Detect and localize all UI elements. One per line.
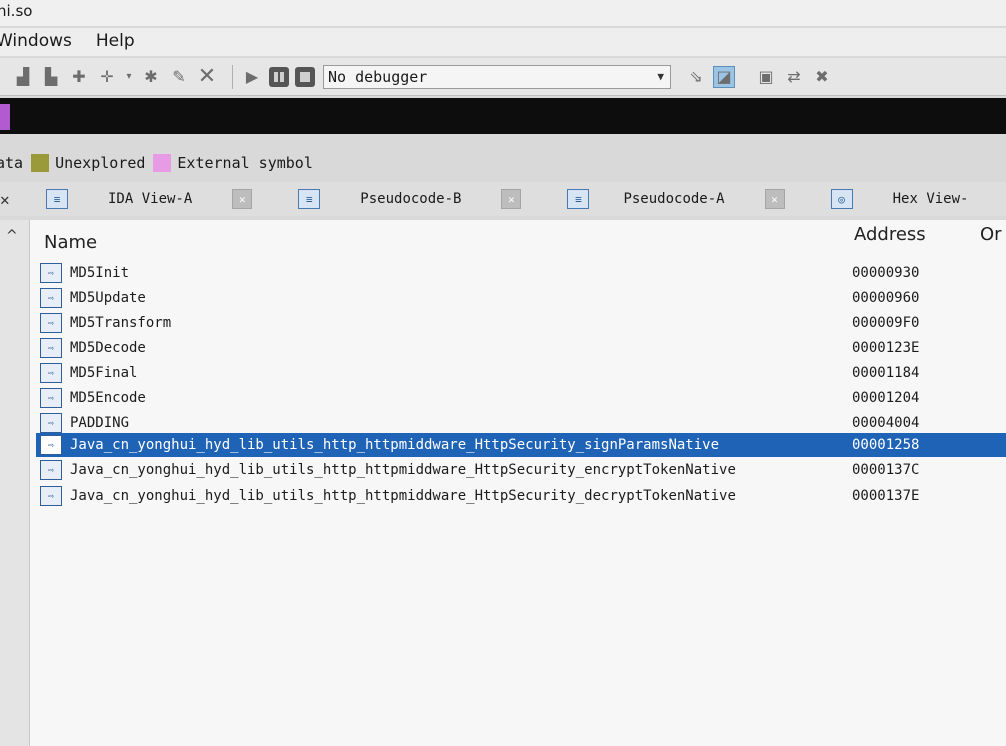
table-row[interactable]: ⇨ MD5Decode 0000123E [36, 336, 1006, 360]
disassembly-icon: ≡ [46, 189, 68, 209]
window-title: ni.so [0, 2, 33, 20]
function-address: 00004004 [852, 415, 920, 431]
trace-icon[interactable]: ⇘ [685, 66, 707, 88]
legend-label-external: External symbol [177, 154, 313, 172]
table-row[interactable]: ⇨ MD5Final 00001184 [36, 361, 1006, 385]
function-icon: ⇨ [40, 313, 62, 333]
add-struct-icon[interactable]: ▙ [40, 66, 62, 88]
function-icon: ⇨ [40, 486, 62, 506]
function-icon: ⇨ [40, 338, 62, 358]
table-row[interactable]: ⇨ Java_cn_yonghui_hyd_lib_utils_http_htt… [36, 458, 1006, 482]
close-tab-button[interactable]: ✕ [501, 189, 522, 209]
nav-marker [0, 104, 10, 130]
debugger-select[interactable]: No debugger ▼ [323, 64, 671, 89]
attach-icon[interactable]: ◪ [713, 65, 735, 88]
function-name: MD5Transform [70, 315, 172, 331]
function-address: 0000137E [852, 488, 920, 504]
delete-icon[interactable]: ✱ [140, 66, 162, 88]
add-data-icon[interactable]: ▟ [12, 66, 34, 88]
function-name: Java_cn_yonghui_hyd_lib_utils_http_httpm… [70, 462, 736, 478]
column-header-ordinal[interactable]: Or [980, 224, 1002, 245]
tab-label: Pseudocode-A [623, 191, 725, 207]
function-icon: ⇨ [40, 460, 62, 480]
function-address: 00001204 [852, 390, 920, 406]
title-bar: ni.so [0, 0, 1006, 26]
tab-pseudocode-a[interactable]: ≡ Pseudocode-A ✕ [567, 182, 830, 216]
function-name: MD5Encode [70, 390, 146, 406]
pseudocode-icon: ≡ [567, 189, 590, 209]
table-row-selected[interactable]: ⇨ Java_cn_yonghui_hyd_lib_utils_http_htt… [36, 433, 1006, 457]
menu-windows[interactable]: Windows [0, 31, 72, 56]
legend-swatch-external [153, 154, 172, 172]
close-icon[interactable]: ✕ [196, 64, 218, 89]
close-icon[interactable]: ✕ [0, 190, 20, 209]
tab-label: IDA View-A [108, 191, 193, 207]
edit-icon[interactable]: ✎ [168, 66, 190, 88]
table-row[interactable]: ⇨ MD5Encode 00001204 [36, 386, 1006, 410]
toolbar: ▟ ▙ ✚ ✛ ▾ ✱ ✎ ✕ ▶ No debugger ▼ ⇘ ◪ ▣ ⇄ … [0, 58, 1006, 96]
toolbar-separator [232, 64, 233, 89]
function-icon: ⇨ [40, 413, 62, 433]
close-tab-button[interactable]: ✕ [764, 189, 785, 209]
exit-icon[interactable]: ✖ [811, 66, 833, 88]
hex-view-icon: ◎ [830, 189, 853, 209]
function-name: PADDING [70, 415, 130, 431]
function-name: MD5Init [70, 265, 130, 281]
function-address: 00000930 [852, 265, 920, 281]
legend-swatch-unexplored [31, 154, 50, 172]
table-row[interactable]: ⇨ MD5Init 00000930 [36, 261, 1006, 285]
tab-bar: ✕ ≡ IDA View-A ✕ ≡ Pseudocode-B ✕ ≡ Pseu… [0, 182, 1006, 216]
table-row[interactable]: ⇨ PADDING 00004004 [36, 411, 1006, 435]
close-tab-button[interactable]: ✕ [232, 189, 253, 209]
dropdown-icon[interactable]: ▾ [124, 66, 134, 88]
function-address: 00001258 [852, 437, 920, 453]
run-icon[interactable]: ▶ [241, 66, 263, 88]
legend-label-data: ata [0, 154, 24, 172]
table-row[interactable]: ⇨ MD5Update 00000960 [36, 286, 1006, 310]
legend-label-unexplored: Unexplored [55, 154, 146, 172]
menu-help[interactable]: Help [96, 31, 135, 56]
function-name: Java_cn_yonghui_hyd_lib_utils_http_httpm… [70, 488, 736, 504]
function-address: 0000137C [852, 462, 920, 478]
table-row[interactable]: ⇨ MD5Transform 000009F0 [36, 311, 1006, 335]
navigation-band[interactable] [0, 98, 1006, 134]
function-address: 000009F0 [852, 315, 920, 331]
menu-bar: Windows Help [0, 28, 1006, 56]
debugger-select-value: No debugger [328, 67, 428, 86]
add-member-icon[interactable]: ✛ [96, 66, 118, 88]
stop-icon[interactable] [295, 66, 315, 87]
panel-gutter: ^ [0, 220, 30, 746]
pause-icon[interactable] [269, 66, 289, 87]
functions-panel: ^ Name Address Or ⇨ MD5Init 00000930 ⇨ M… [0, 220, 1006, 746]
function-address: 0000123E [852, 340, 920, 356]
pseudocode-icon: ≡ [298, 189, 321, 209]
function-address: 00000960 [852, 290, 920, 306]
function-icon: ⇨ [40, 388, 62, 408]
add-enum-icon[interactable]: ✚ [68, 66, 90, 88]
tab-hex-view[interactable]: ◎ Hex View- [830, 182, 969, 216]
tab-label: Hex View- [892, 191, 969, 207]
settings-icon[interactable]: ▣ [755, 66, 777, 88]
function-name: MD5Final [70, 365, 138, 381]
function-name: Java_cn_yonghui_hyd_lib_utils_http_httpm… [70, 437, 720, 453]
tab-pseudocode-b[interactable]: ≡ Pseudocode-B ✕ [298, 182, 567, 216]
function-icon: ⇨ [40, 263, 62, 283]
collapse-icon[interactable]: ^ [6, 228, 18, 244]
chevron-down-icon: ▼ [657, 70, 664, 83]
function-icon: ⇨ [40, 363, 62, 383]
function-icon: ⇨ [40, 435, 62, 455]
detach-icon[interactable]: ⇄ [783, 66, 805, 88]
function-name: MD5Decode [70, 340, 146, 356]
function-icon: ⇨ [40, 288, 62, 308]
column-header-address[interactable]: Address [854, 224, 926, 245]
function-address: 00001184 [852, 365, 920, 381]
tab-ida-view-a[interactable]: ≡ IDA View-A ✕ [46, 182, 298, 216]
table-row[interactable]: ⇨ Java_cn_yonghui_hyd_lib_utils_http_htt… [36, 484, 1006, 508]
legend: ata Unexplored External symbol [0, 150, 1006, 176]
function-name: MD5Update [70, 290, 146, 306]
tab-label: Pseudocode-B [360, 191, 462, 207]
column-header-name[interactable]: Name [44, 232, 97, 253]
